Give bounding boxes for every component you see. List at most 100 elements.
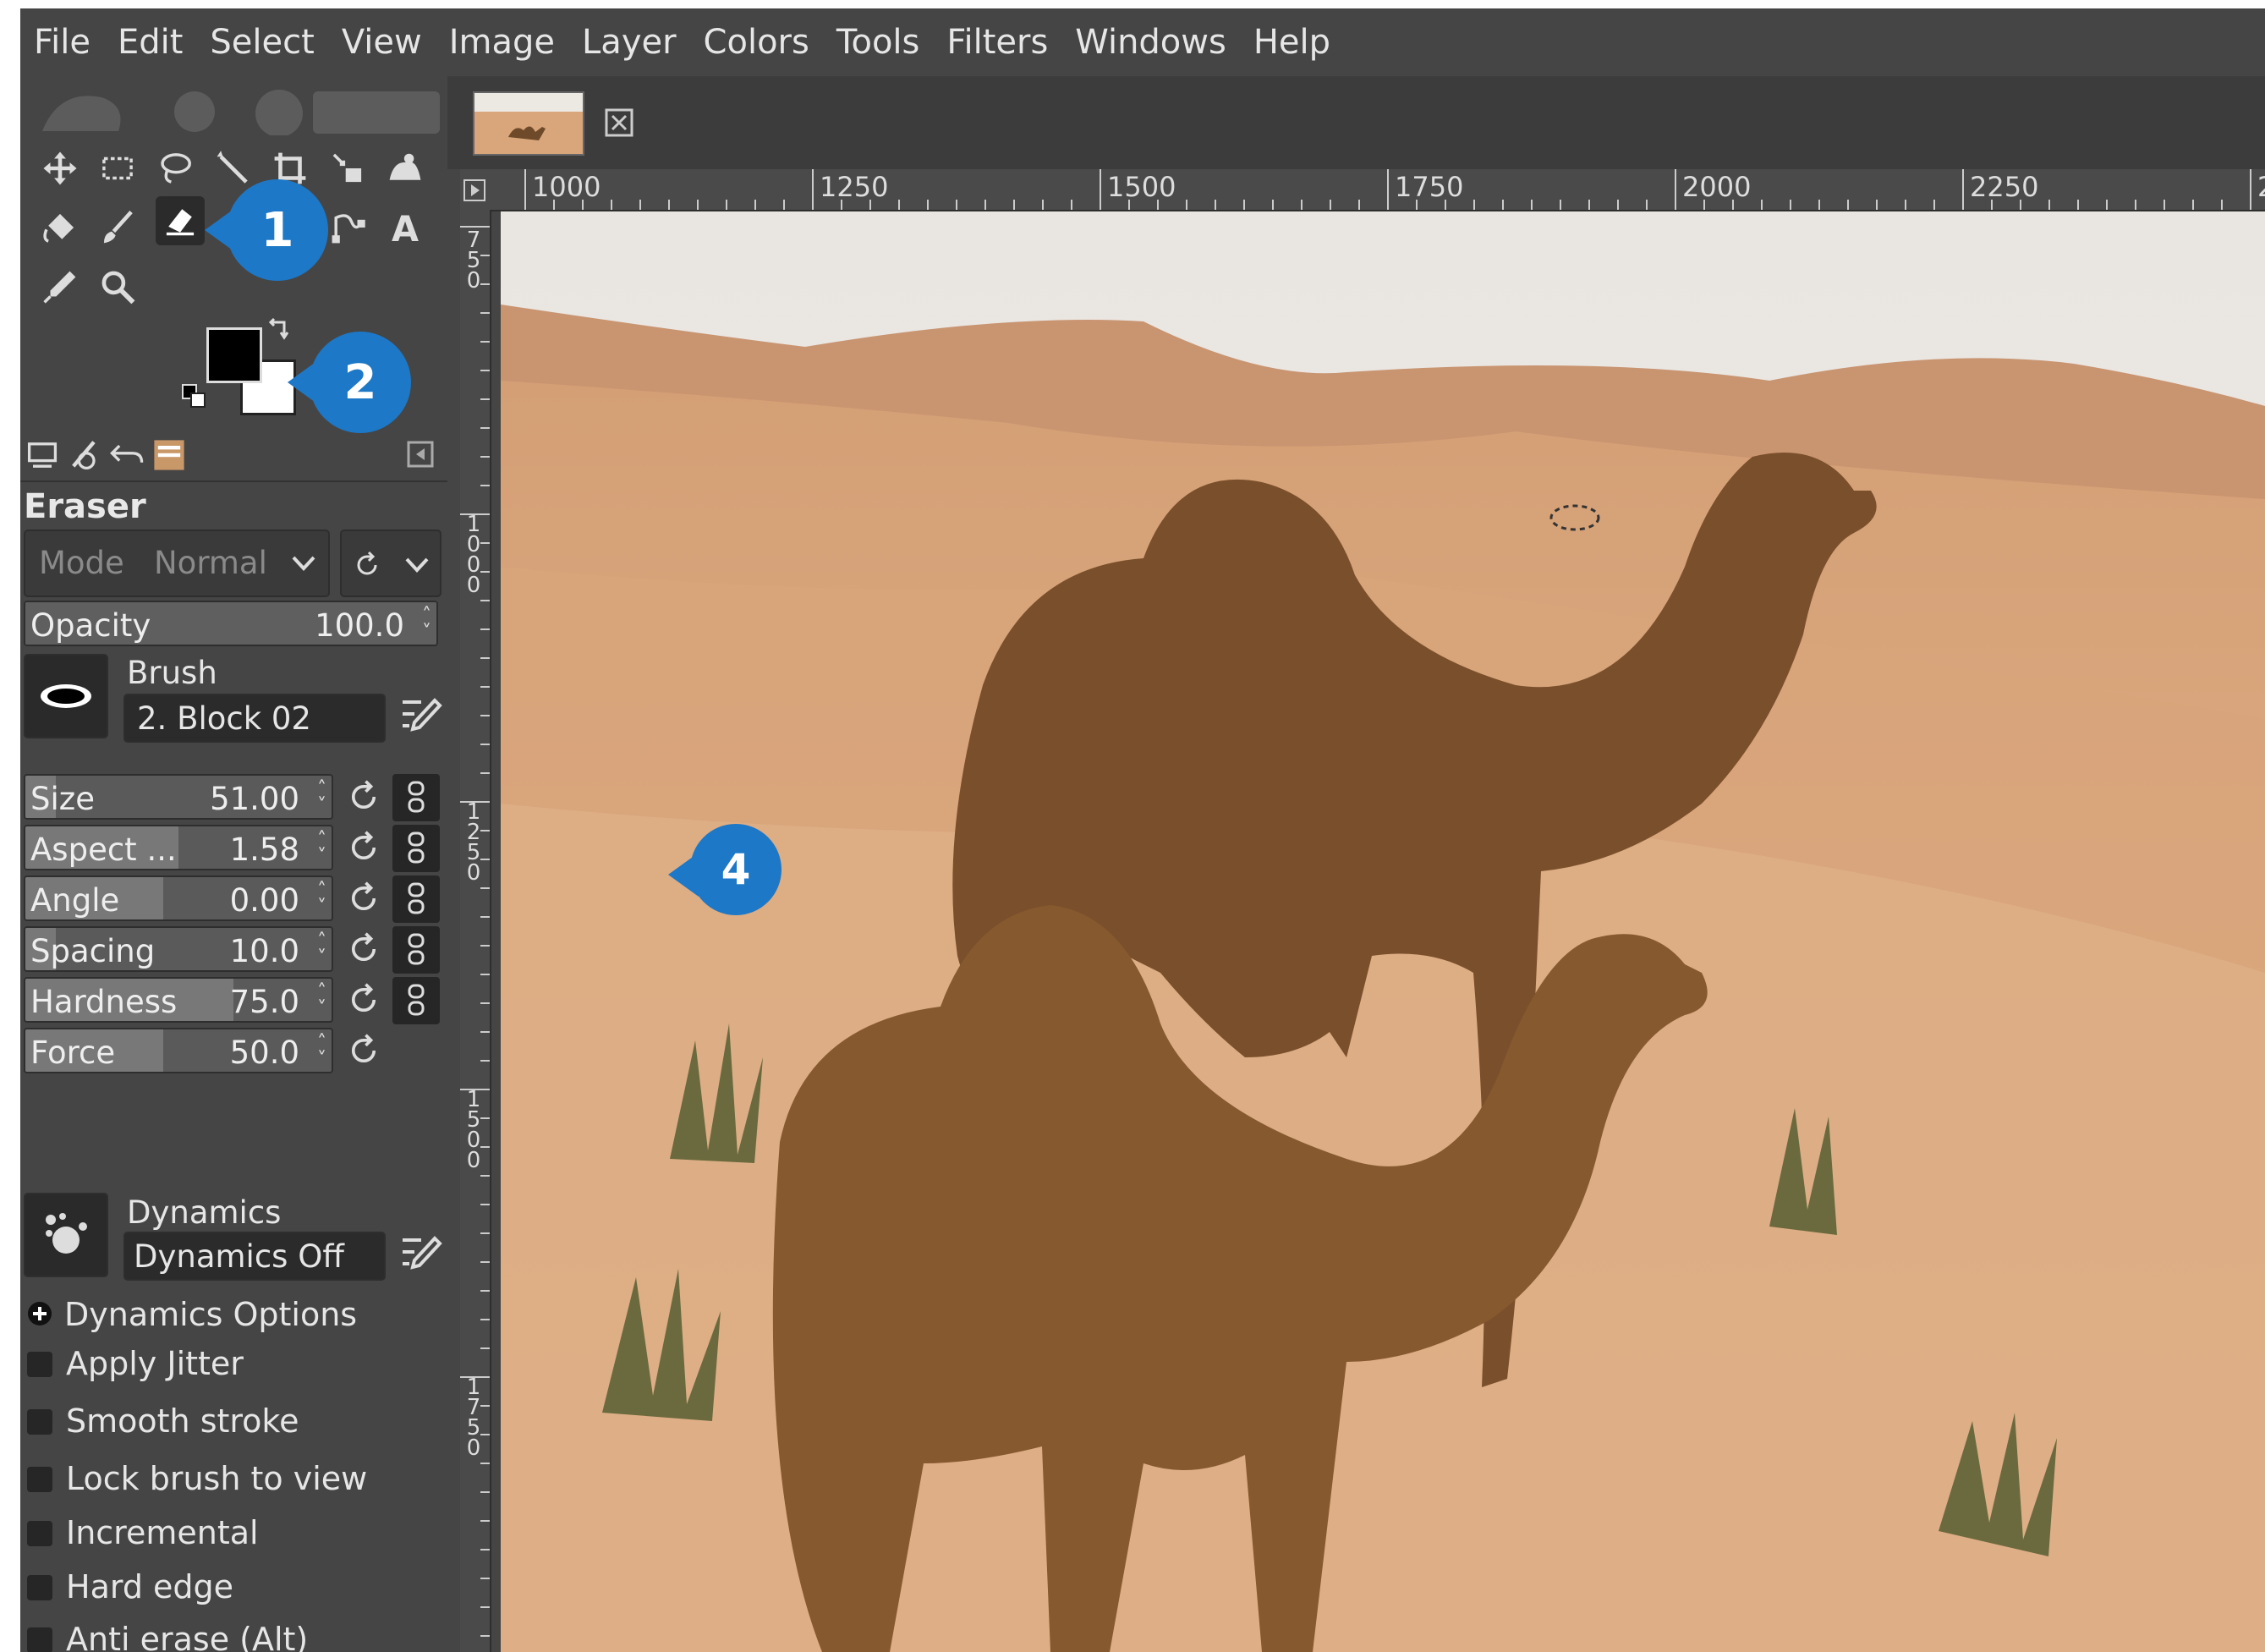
menu-colors[interactable]: Colors [690, 8, 823, 76]
dynamics-name-field[interactable]: Dynamics Off [123, 1232, 386, 1281]
swap-colors-icon[interactable] [267, 317, 291, 341]
reset-icon[interactable] [345, 981, 382, 1018]
menu-image[interactable]: Image [436, 8, 568, 76]
warp-icon[interactable] [381, 144, 430, 193]
menu-tools[interactable]: Tools [823, 8, 934, 76]
fg-bg-colors[interactable] [181, 317, 296, 415]
slider-label: Hardness [30, 984, 178, 1020]
play-icon [463, 179, 485, 201]
reset-icon [357, 551, 377, 575]
menu-edit[interactable]: Edit [104, 8, 196, 76]
brush-name-field[interactable]: 2. Block 02 [123, 694, 386, 743]
move-icon[interactable] [36, 144, 85, 193]
menu-file[interactable]: File [20, 8, 104, 76]
menu-select[interactable]: Select [196, 8, 327, 76]
image-thumbnail[interactable] [473, 91, 584, 156]
link-icon[interactable] [392, 825, 440, 872]
checkbox-hard-edge[interactable]: Hard edge [20, 1565, 447, 1612]
ruler-label: 1250 [820, 171, 889, 203]
size-slider[interactable]: Size 51.00 ˄ ˅ [24, 774, 333, 820]
menu-help[interactable]: Help [1240, 8, 1344, 76]
default-colors-icon[interactable] [181, 383, 208, 410]
checkbox-box[interactable] [27, 1575, 52, 1600]
spacing-slider[interactable]: Spacing 10.0 ˄ ˅ [24, 926, 333, 972]
transform-icon[interactable] [323, 144, 372, 193]
slider-label: Spacing [30, 933, 156, 969]
toolbox: A 1 2 Eraser Mode Normal Opacity 100.0 ˄… [20, 76, 447, 1652]
bucket-fill-icon[interactable] [36, 203, 85, 252]
image-tab-bar [447, 76, 2265, 169]
link-icon[interactable] [392, 875, 440, 923]
fuzzy-select-icon[interactable] [208, 144, 257, 193]
quick-mask-toggle[interactable] [460, 169, 490, 210]
spin-arrows-icon[interactable]: ˄ ˅ [317, 983, 326, 1018]
reset-icon[interactable] [345, 1032, 382, 1069]
ruler-label: 1000 [466, 512, 481, 598]
menu-layer[interactable]: Layer [568, 8, 690, 76]
spin-arrows-icon[interactable]: ˄ ˅ [317, 881, 326, 917]
ruler-label: 1750 [1395, 171, 1464, 203]
slider-label: Force [30, 1035, 116, 1071]
checkbox-apply-jitter[interactable]: Apply Jitter [20, 1342, 447, 1389]
spin-arrows-icon[interactable]: ˄ ˅ [317, 1034, 326, 1069]
eraser-icon[interactable] [156, 196, 205, 245]
link-icon[interactable] [392, 977, 440, 1024]
checkbox-label: Hard edge [66, 1568, 234, 1605]
paths-icon[interactable] [323, 203, 372, 252]
dock-menu-icon[interactable] [406, 440, 435, 469]
aspect-slider[interactable]: Aspect ... 1.58 ˄ ˅ [24, 825, 333, 870]
foreground-color-swatch[interactable] [206, 327, 262, 383]
rect-select-icon[interactable] [93, 144, 142, 193]
link-icon[interactable] [392, 774, 440, 821]
mode-reset-dropdown[interactable] [340, 530, 441, 597]
dynamics-preview[interactable] [24, 1193, 108, 1277]
hardness-slider[interactable]: Hardness 75.0 ˄ ˅ [24, 977, 333, 1023]
horizontal-ruler: 1000 1250 1500 1750 2000 2250 2 [490, 169, 2265, 211]
dynamics-options-expander[interactable]: Dynamics Options [20, 1291, 447, 1338]
close-icon[interactable] [605, 108, 633, 137]
slider-label: Size [30, 781, 95, 817]
checkbox-box[interactable] [27, 1352, 52, 1377]
menu-filters[interactable]: Filters [933, 8, 1061, 76]
tool-options-tab-icon[interactable] [24, 436, 61, 474]
edit-dynamics-icon[interactable] [398, 1232, 443, 1277]
paintbrush-icon[interactable] [93, 203, 142, 252]
image-canvas[interactable]: 4 [501, 211, 2265, 1652]
brush-preview[interactable] [24, 654, 108, 738]
checkbox-lock-brush-to-view[interactable]: Lock brush to view [20, 1457, 447, 1504]
reset-icon[interactable] [345, 930, 382, 968]
opacity-slider[interactable]: Opacity 100.0 ˄ ˅ [24, 601, 438, 646]
wilber-drop-area [42, 90, 440, 135]
spin-arrows-icon[interactable]: ˄ ˅ [317, 780, 326, 815]
menu-windows[interactable]: Windows [1061, 8, 1240, 76]
reset-icon[interactable] [345, 778, 382, 815]
angle-slider[interactable]: Angle 0.00 ˄ ˅ [24, 875, 333, 921]
color-picker-icon[interactable] [36, 262, 85, 311]
zoom-icon[interactable] [93, 262, 142, 311]
edit-brush-icon[interactable] [398, 694, 443, 739]
undo-history-tab-icon[interactable] [108, 436, 145, 474]
checkbox-box[interactable] [27, 1521, 52, 1546]
images-tab-icon[interactable] [151, 436, 188, 474]
checkbox-box[interactable] [27, 1409, 52, 1435]
link-icon[interactable] [392, 926, 440, 974]
checkbox-smooth-stroke[interactable]: Smooth stroke [20, 1399, 447, 1446]
tool-options-title: Eraser [24, 487, 146, 526]
reset-icon[interactable] [345, 829, 382, 866]
lasso-icon[interactable] [151, 144, 200, 193]
menu-view[interactable]: View [328, 8, 436, 76]
ruler-label: 2250 [1970, 171, 2039, 203]
device-status-tab-icon[interactable] [66, 436, 103, 474]
spin-arrows-icon[interactable]: ˄ ˅ [317, 932, 326, 968]
spin-arrows-icon[interactable]: ˄ ˅ [317, 831, 326, 866]
checkbox-box[interactable] [27, 1627, 52, 1652]
reset-icon[interactable] [345, 880, 382, 917]
checkbox-box[interactable] [27, 1467, 52, 1492]
force-slider[interactable]: Force 50.0 ˄ ˅ [24, 1028, 333, 1073]
checkbox-incremental[interactable]: Incremental [20, 1511, 447, 1558]
mode-dropdown[interactable]: Mode Normal [24, 530, 330, 597]
text-icon[interactable]: A [381, 203, 430, 252]
mode-value: Normal [154, 545, 267, 581]
checkbox-anti-erase-alt[interactable]: Anti erase (Alt) [20, 1617, 447, 1652]
spin-arrows-icon[interactable]: ˄ ˅ [422, 606, 431, 642]
